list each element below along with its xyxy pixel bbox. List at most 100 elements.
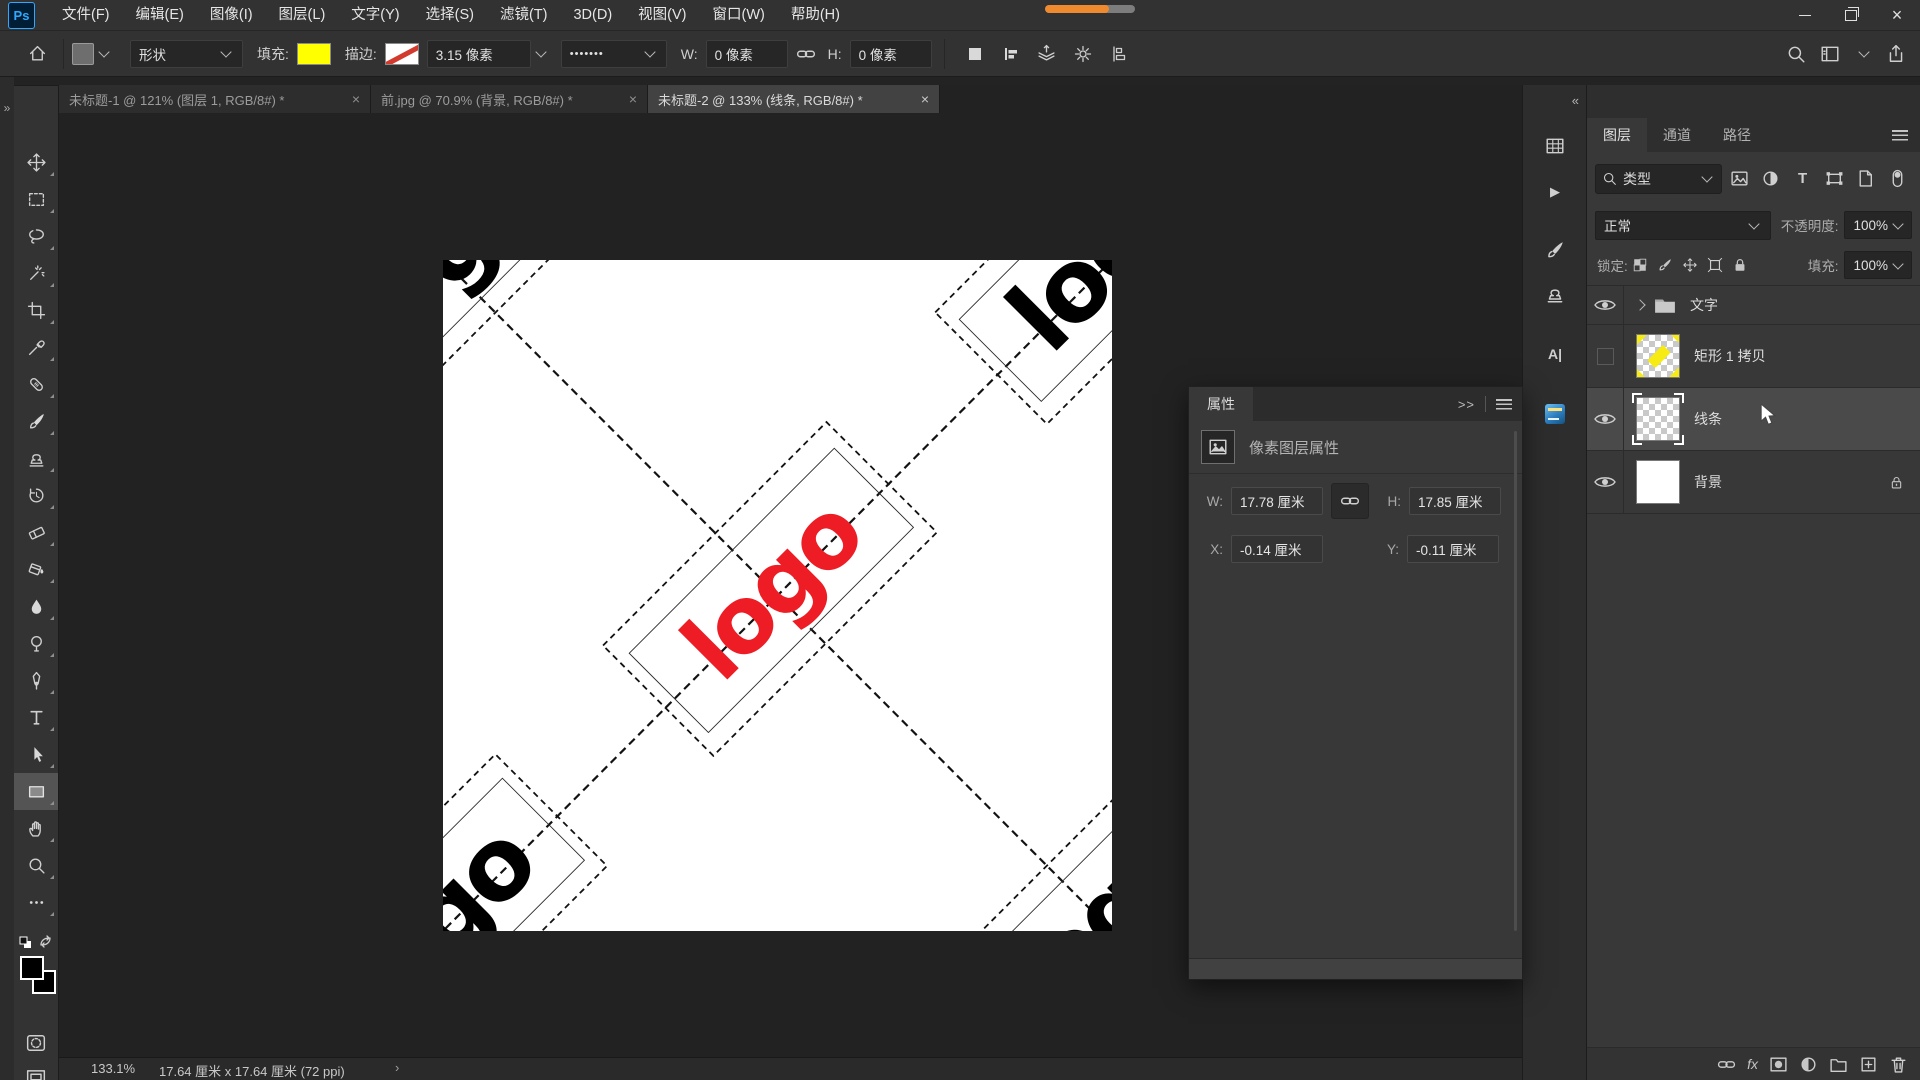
- zoom-level-field[interactable]: 133.1%: [91, 1061, 135, 1076]
- filter-smart-objects-icon[interactable]: [1852, 165, 1881, 193]
- spot-healing-tool[interactable]: [14, 366, 58, 403]
- stroke-width-input[interactable]: 3.15 像素: [427, 40, 531, 68]
- layer-row-shape[interactable]: 矩形 1 拷贝: [1587, 325, 1920, 388]
- stroke-style-select[interactable]: •••••••: [561, 40, 667, 68]
- menu-item[interactable]: 视图(V): [625, 0, 699, 30]
- filter-pixel-layers-icon[interactable]: [1725, 165, 1754, 193]
- menu-item[interactable]: 编辑(E): [123, 0, 197, 30]
- menu-item[interactable]: 图像(I): [197, 0, 266, 30]
- visibility-toggle[interactable]: [1587, 451, 1624, 513]
- panel-menu-button[interactable]: [1892, 130, 1920, 141]
- filter-type-layers-icon[interactable]: T: [1788, 165, 1817, 193]
- quick-mask-button[interactable]: [14, 1028, 58, 1058]
- layer-thumbnail[interactable]: [1636, 460, 1680, 504]
- layer-style-button[interactable]: fx: [1747, 1056, 1758, 1072]
- stroke-color-swatch[interactable]: [385, 43, 419, 65]
- x-input[interactable]: -0.14 厘米: [1231, 535, 1323, 563]
- align-edges-button[interactable]: [1104, 39, 1134, 69]
- visibility-toggle[interactable]: [1587, 325, 1624, 387]
- type-tool[interactable]: [14, 699, 58, 736]
- search-button[interactable]: [1786, 44, 1806, 64]
- visibility-toggle[interactable]: [1587, 286, 1624, 324]
- screen-mode-button[interactable]: [14, 1062, 58, 1080]
- delete-layer-button[interactable]: [1889, 1055, 1908, 1074]
- collapse-panel-button[interactable]: >>: [1458, 397, 1475, 412]
- filter-toggle-icon[interactable]: [1883, 165, 1912, 193]
- tab-layers[interactable]: 图层: [1587, 118, 1647, 152]
- lock-position-icon[interactable]: [1678, 252, 1703, 278]
- tool-mode-select[interactable]: 形状: [130, 40, 243, 68]
- tab-paths[interactable]: 路径: [1707, 118, 1767, 152]
- character-panel-icon[interactable]: A|: [1538, 337, 1572, 371]
- layer-thumbnail[interactable]: [1636, 334, 1680, 378]
- chevron-down-icon[interactable]: [1858, 46, 1869, 57]
- expand-group-icon[interactable]: [1634, 299, 1645, 310]
- fill-color-swatch[interactable]: [297, 43, 331, 65]
- blend-mode-select[interactable]: 正常: [1595, 211, 1771, 240]
- eraser-tool[interactable]: [14, 514, 58, 551]
- menu-item[interactable]: 图层(L): [266, 0, 339, 30]
- properties-panel-icon[interactable]: [1538, 397, 1572, 431]
- move-tool[interactable]: [14, 144, 58, 181]
- lasso-tool[interactable]: [14, 218, 58, 255]
- close-tab-icon[interactable]: ×: [344, 91, 360, 107]
- shape-settings-button[interactable]: [1068, 39, 1098, 69]
- blur-tool[interactable]: [14, 588, 58, 625]
- minimize-button[interactable]: [1782, 0, 1828, 30]
- crop-tool[interactable]: [14, 292, 58, 329]
- clone-stamp-tool[interactable]: [14, 440, 58, 477]
- lock-artboard-icon[interactable]: [1703, 252, 1728, 278]
- filter-adjustment-layers-icon[interactable]: [1757, 165, 1786, 193]
- filter-type-select[interactable]: 类型: [1595, 164, 1722, 194]
- layer-row-selected[interactable]: 线条: [1587, 388, 1920, 451]
- restore-button[interactable]: [1828, 0, 1874, 30]
- magic-wand-tool[interactable]: [14, 255, 58, 292]
- height-input[interactable]: 17.85 厘米: [1409, 487, 1501, 515]
- path-arrangement-button[interactable]: [1032, 39, 1062, 69]
- brush-tool[interactable]: [14, 403, 58, 440]
- foreground-color-swatch[interactable]: [20, 956, 44, 980]
- new-group-button[interactable]: [1829, 1055, 1848, 1074]
- paint-bucket-tool[interactable]: [14, 551, 58, 588]
- clone-source-panel-icon[interactable]: [1538, 277, 1572, 311]
- status-chevron-icon[interactable]: ›: [395, 1060, 399, 1075]
- workspace-button[interactable]: [1820, 44, 1840, 64]
- menu-item[interactable]: 文字(Y): [338, 0, 412, 30]
- expand-dock-button[interactable]: »: [0, 101, 14, 115]
- y-input[interactable]: -0.11 厘米: [1407, 535, 1499, 563]
- pen-tool[interactable]: [14, 662, 58, 699]
- add-mask-button[interactable]: [1769, 1055, 1788, 1074]
- home-button[interactable]: [22, 39, 52, 69]
- menu-item[interactable]: 滤镜(T): [487, 0, 561, 30]
- brush-settings-panel-icon[interactable]: [1538, 233, 1572, 267]
- menu-item[interactable]: 3D(D): [560, 0, 625, 30]
- hand-tool[interactable]: [14, 810, 58, 847]
- width-input[interactable]: 17.78 厘米: [1231, 487, 1323, 515]
- layer-row-group[interactable]: 文字: [1587, 286, 1920, 325]
- menu-item[interactable]: 窗口(W): [700, 0, 778, 30]
- lock-all-icon[interactable]: [1728, 252, 1753, 278]
- path-operations-button[interactable]: [960, 39, 990, 69]
- marquee-tool[interactable]: [14, 181, 58, 218]
- lock-transparency-icon[interactable]: [1628, 252, 1653, 278]
- history-brush-tool[interactable]: [14, 477, 58, 514]
- menu-item[interactable]: 文件(F): [49, 0, 123, 30]
- tool-preset-picker[interactable]: [72, 43, 112, 65]
- fill-input[interactable]: 100%: [1844, 251, 1912, 279]
- visibility-toggle[interactable]: [1587, 388, 1624, 450]
- new-layer-button[interactable]: [1859, 1055, 1878, 1074]
- default-colors-icon[interactable]: [19, 936, 33, 950]
- history-panel-icon[interactable]: [1538, 129, 1572, 163]
- filter-shape-layers-icon[interactable]: [1820, 165, 1849, 193]
- lock-pixels-icon[interactable]: [1653, 252, 1678, 278]
- link-layers-button[interactable]: [1717, 1055, 1736, 1074]
- eyedropper-tool[interactable]: [14, 329, 58, 366]
- shape-width-input[interactable]: 0 像素: [706, 40, 788, 68]
- document-tab[interactable]: 未标题-1 @ 121% (图层 1, RGB/8#) * ×: [59, 85, 371, 113]
- path-alignment-button[interactable]: [996, 39, 1026, 69]
- tab-channels[interactable]: 通道: [1647, 118, 1707, 152]
- close-button[interactable]: ×: [1874, 0, 1920, 30]
- path-selection-tool[interactable]: [14, 736, 58, 773]
- more-tool[interactable]: [14, 884, 58, 921]
- layer-row-background[interactable]: 背景: [1587, 451, 1920, 514]
